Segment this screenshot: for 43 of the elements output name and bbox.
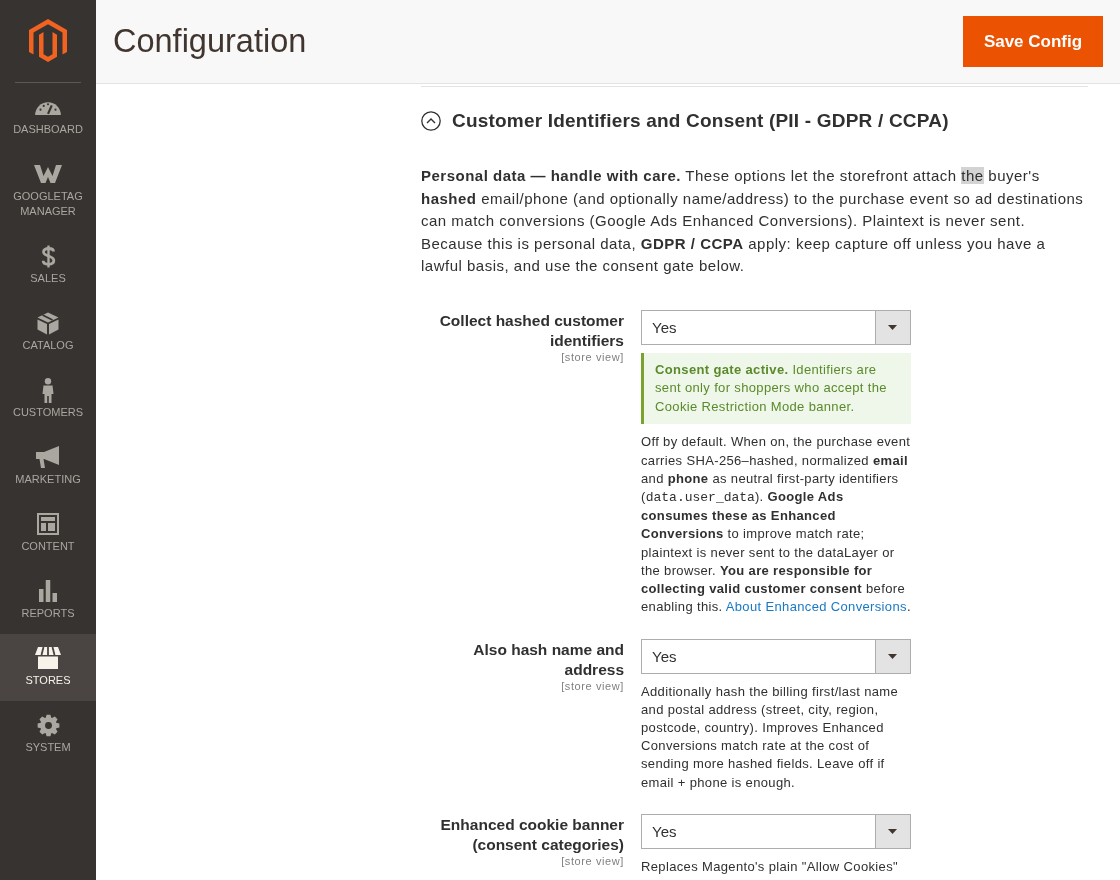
- nav-item[interactable]: SYSTEM: [0, 701, 96, 768]
- field-label: Enhanced cookie banner (consent categories): [439, 814, 624, 855]
- dollar-icon: [40, 244, 56, 268]
- circled-chevron-icon[interactable]: [421, 111, 441, 131]
- dropdown-select[interactable]: Yes: [641, 813, 911, 849]
- consent-notice: Consent gate active. Identifiers are sent only for shoppers who accept the Cookie Restriction Mode banner.: [641, 352, 911, 425]
- megaphone-icon: [35, 445, 61, 469]
- caret-icon: [875, 310, 910, 344]
- page-title: Configuration: [113, 23, 307, 60]
- bar-chart-icon: [39, 580, 57, 602]
- nav-item[interactable]: GOOGLETAG MANAGER: [0, 150, 96, 232]
- nav-item[interactable]: DASHBOARD: [0, 83, 96, 150]
- layout-icon: [37, 513, 59, 535]
- person-icon: [42, 377, 54, 403]
- section-title[interactable]: Customer Identifiers and Consent (PII - GDPR / CCPA): [452, 110, 949, 132]
- caret-icon: [875, 639, 910, 673]
- hexagon-logo-icon[interactable]: [29, 19, 67, 63]
- nav-item[interactable]: SALES: [0, 232, 96, 299]
- gauge-icon: [35, 99, 61, 115]
- gear-icon: [36, 713, 60, 737]
- intro-paragraph: Personal data — handle with care. These options let the storefront attach the buyer's hashed email/phone (and optionally name/address) to the purchase event so ad destinations can match conversions (Google Ads Enhanced Conversions). Plaintext is never sent. Because this is personal data, GDPR / CCPA apply: keep capture off unless you have a lawful basis, and use the consent gate below.: [421, 166, 1085, 277]
- box-icon: [37, 311, 59, 335]
- save-config-button[interactable]: Save Config: [963, 16, 1103, 67]
- dropdown-select[interactable]: Yes: [641, 309, 911, 345]
- scope-label: [store view]: [561, 679, 624, 693]
- nav-item[interactable]: MARKETING: [0, 433, 96, 500]
- storefront-icon: [35, 647, 61, 669]
- scope-label: [store view]: [561, 854, 624, 868]
- field-label: Collect hashed customer identifiers: [438, 310, 624, 351]
- dropdown-select[interactable]: Yes: [641, 638, 911, 674]
- field-description: Off by default. When on, the purchase event carries SHA-256–hashed, normalized email and phone as neutral first-party identifiers (data.user_data). Google Ads consumes these as Enhanced Conversions to improve match rate; plaintext is never sent to the dataLayer or the browser. You are responsible for collecting valid customer consent before enabling this. About Enhanced Conversions.: [641, 433, 911, 617]
- nav-item[interactable]: CATALOG: [0, 299, 96, 366]
- field-label: Also hash name and address: [472, 639, 624, 680]
- nav-item[interactable]: REPORTS: [0, 567, 96, 634]
- w-logo-icon: [34, 164, 62, 184]
- field-description: Additionally hash the billing first/last name and postal address (street, city, region, postcode, country). Improves Enhanced Conversions match rate at the cost of sending more hashed fields. Leave off if email + phone is enough.: [641, 682, 900, 792]
- nav-item[interactable]: CONTENT: [0, 500, 96, 567]
- field-description: Replaces Magento's plain "Allow Cookies": [641, 857, 899, 876]
- scope-label: [store view]: [561, 350, 624, 364]
- nav-item[interactable]: STORES: [0, 634, 96, 701]
- help-link[interactable]: About Enhanced Conversions: [725, 599, 907, 615]
- caret-icon: [875, 814, 910, 848]
- nav-item[interactable]: CUSTOMERS: [0, 366, 96, 433]
